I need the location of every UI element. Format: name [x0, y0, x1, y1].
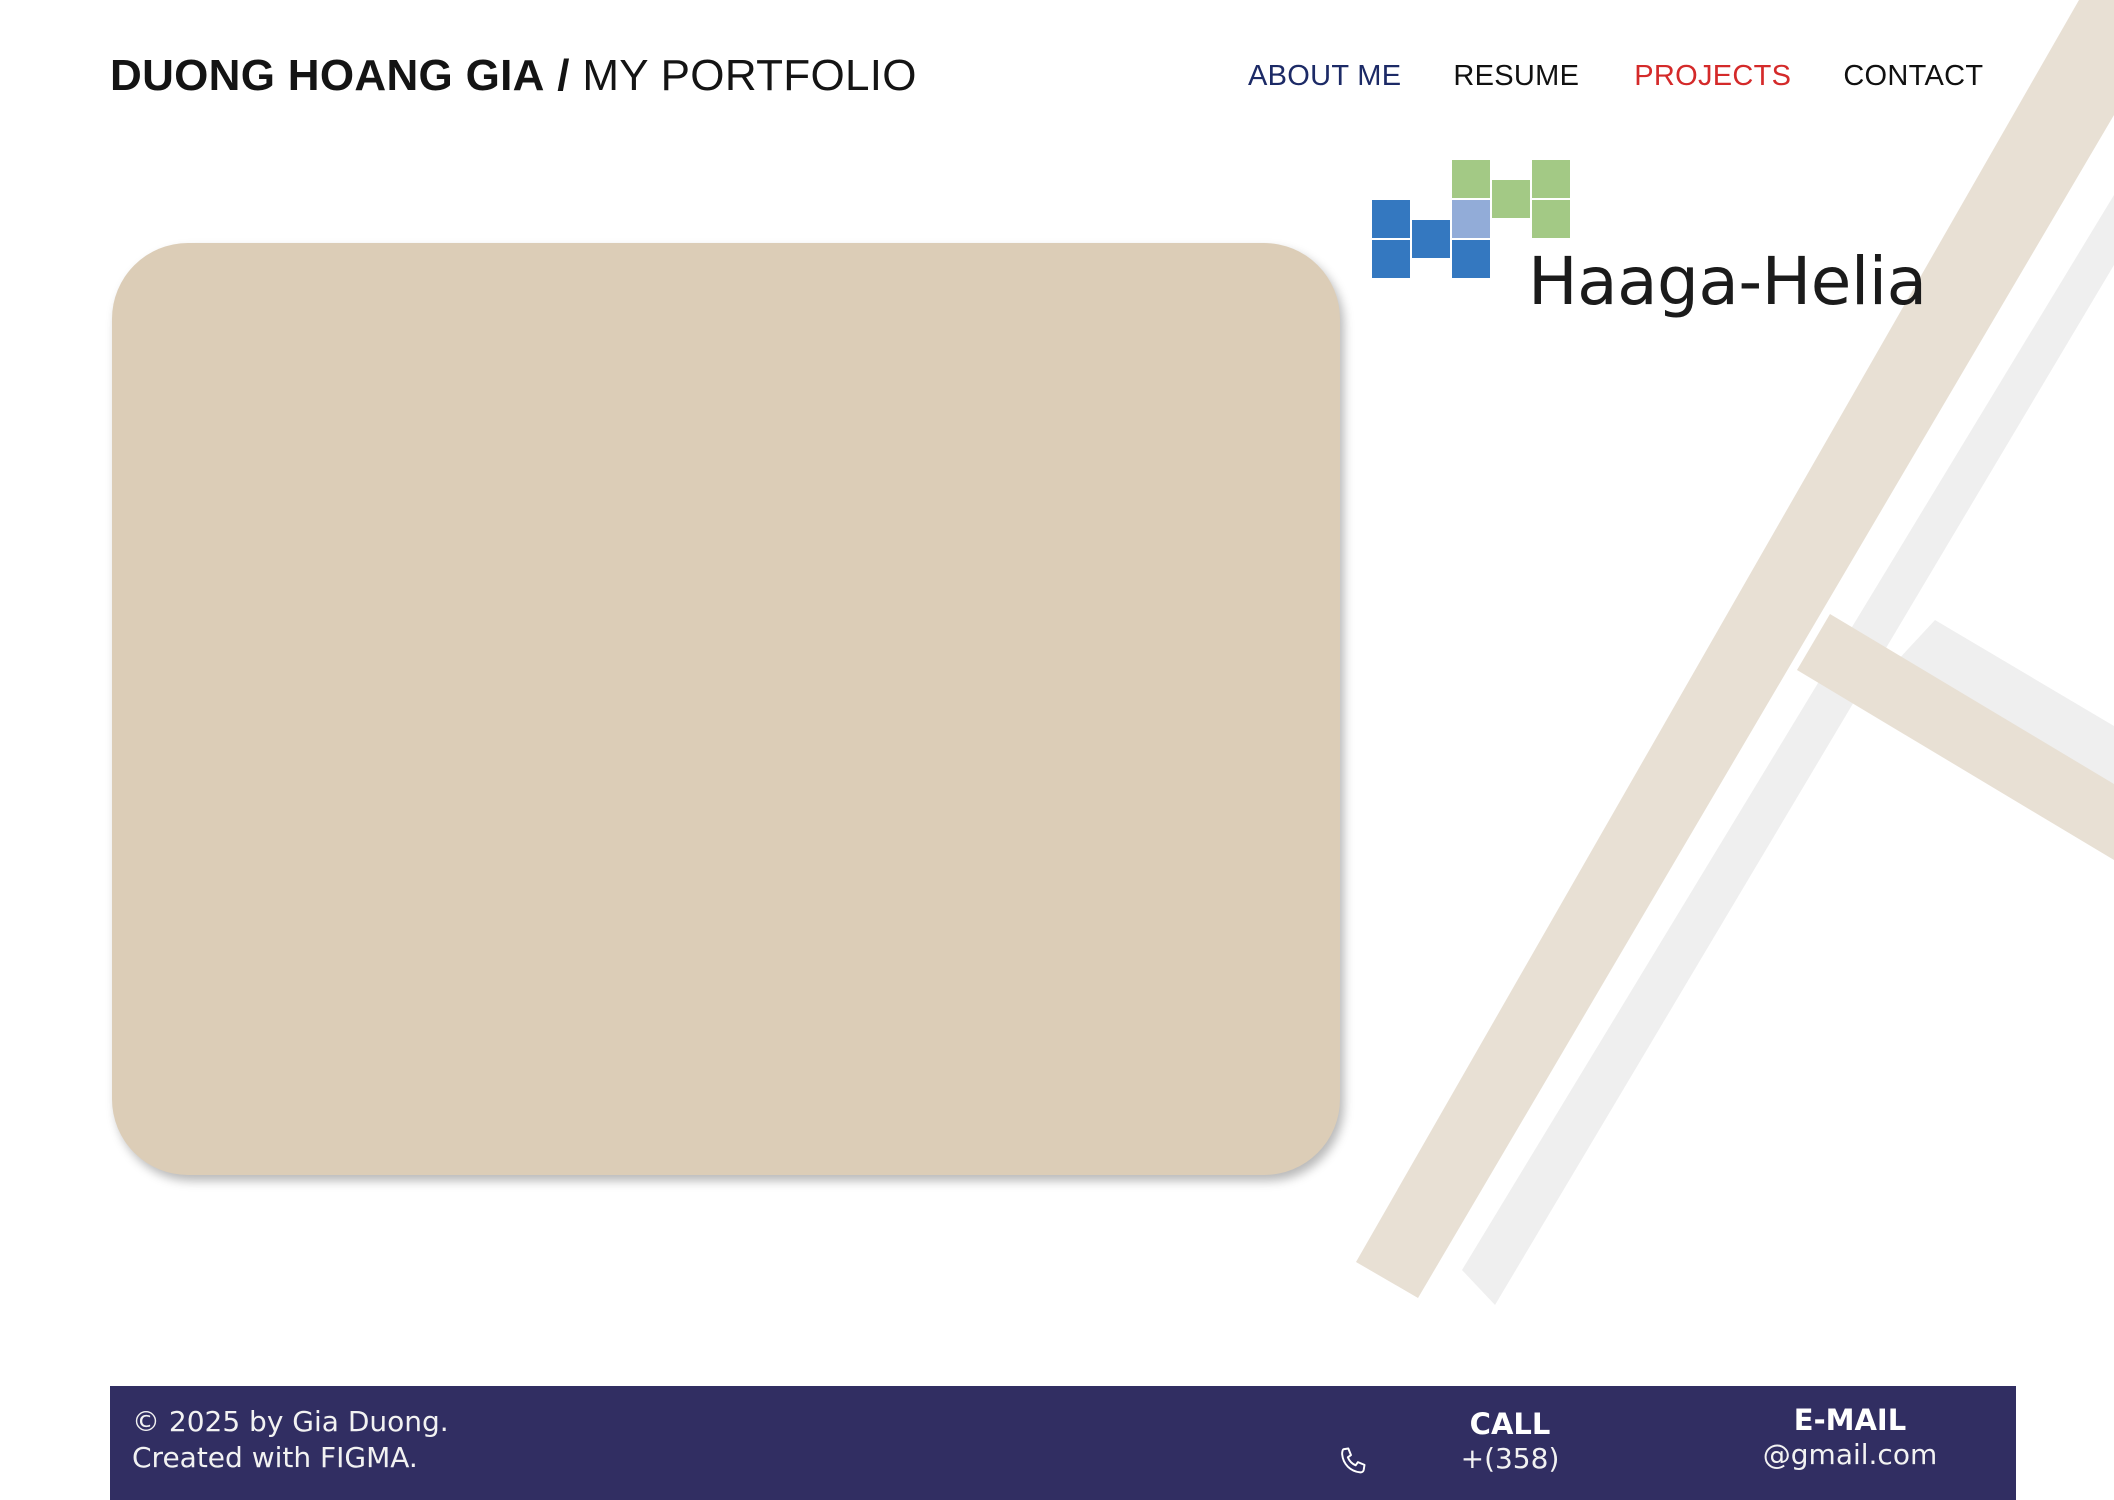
portfolio-page: DUONG HOANG GIA / MY PORTFOLIO ABOUT ME …: [0, 0, 2114, 1500]
footer-email[interactable]: E-MAIL @gmail.com: [1730, 1402, 1970, 1472]
logo-square-light-blue: [1452, 200, 1490, 238]
haaga-helia-logo: Haaga-Helia: [1372, 160, 1927, 320]
nav-item-projects[interactable]: PROJECTS: [1634, 56, 1791, 96]
copyright-line: © 2025 by Gia Duong.: [132, 1405, 449, 1438]
nav-item-about-me[interactable]: ABOUT ME: [1248, 56, 1401, 96]
decorative-shadow-bar-diagonal: [1462, 195, 2114, 1305]
nav-item-contact[interactable]: CONTACT: [1843, 56, 1983, 96]
created-with-line: Created with FIGMA.: [132, 1441, 418, 1474]
logo-square-blue: [1372, 240, 1410, 278]
call-number[interactable]: +(358): [1410, 1442, 1610, 1476]
email-label: E-MAIL: [1793, 1403, 1907, 1437]
title-separator: /: [557, 51, 570, 100]
site-footer: © 2025 by Gia Duong. Created with FIGMA.…: [110, 1386, 2016, 1500]
logo-square-green: [1532, 160, 1570, 198]
logo-square-blue: [1412, 220, 1450, 258]
project-image-card[interactable]: [112, 243, 1340, 1175]
logo-square-blue: [1372, 200, 1410, 238]
phone-icon[interactable]: [1336, 1444, 1372, 1480]
logo-square-green: [1452, 160, 1490, 198]
logo-square-green: [1492, 180, 1530, 218]
logo-square-green: [1532, 200, 1570, 238]
site-subtitle: MY PORTFOLIO: [582, 51, 917, 100]
call-label: CALL: [1469, 1407, 1551, 1441]
decorative-bar-branch: [1797, 614, 2114, 860]
site-title[interactable]: DUONG HOANG GIA / MY PORTFOLIO: [110, 48, 917, 104]
footer-copyright: © 2025 by Gia Duong. Created with FIGMA.: [132, 1404, 449, 1476]
haaga-helia-logo-text: Haaga-Helia: [1528, 243, 1927, 320]
nav-item-resume[interactable]: RESUME: [1453, 56, 1579, 96]
site-owner-name: DUONG HOANG GIA: [110, 51, 545, 100]
decorative-shadow-bar-branch: [1870, 620, 2114, 835]
logo-square-blue: [1452, 240, 1490, 278]
footer-call[interactable]: CALL +(358): [1410, 1406, 1610, 1476]
main-nav: ABOUT ME RESUME PROJECTS CONTACT: [1248, 56, 1983, 96]
email-address[interactable]: @gmail.com: [1730, 1438, 1970, 1472]
